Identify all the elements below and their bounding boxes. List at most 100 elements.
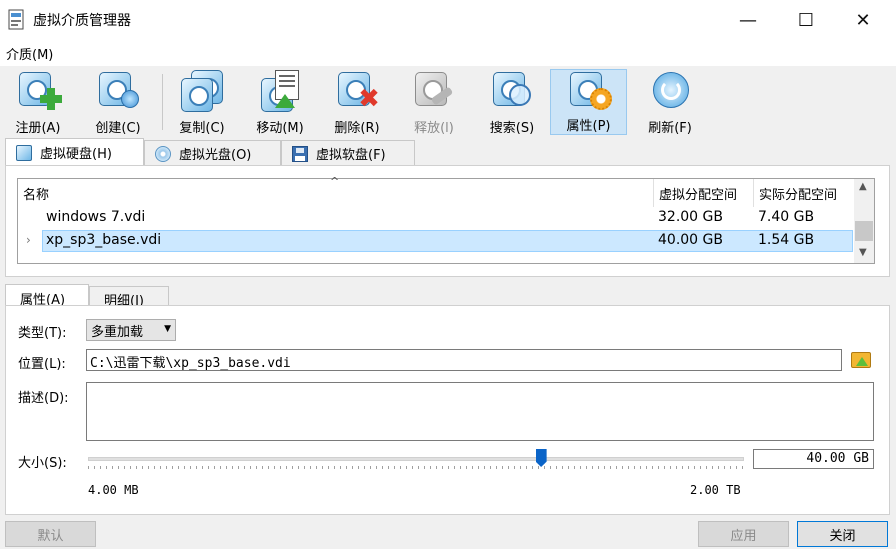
slider-tick <box>94 466 95 469</box>
optical-disk-icon <box>155 145 171 162</box>
slider-tick <box>622 466 623 469</box>
table-row-selected[interactable]: xp_sp3_base.vdi 40.00 GB 1.54 GB <box>42 230 853 252</box>
slider-tick <box>466 466 467 469</box>
refresh-label: 刷新(F) <box>648 121 692 136</box>
size-label: 大小(S): <box>18 456 67 471</box>
column-virtual-size-label: 虚拟分配空间 <box>659 187 738 203</box>
size-slider[interactable] <box>88 449 744 478</box>
slider-tick <box>100 466 101 469</box>
release-button[interactable]: 释放(l) <box>404 70 464 136</box>
row-actual-size: 7.40 GB <box>758 209 815 225</box>
slider-tick <box>598 466 599 469</box>
slider-tick <box>430 466 431 469</box>
list-scrollbar[interactable]: ▲ ▼ <box>854 179 874 263</box>
slider-tick <box>130 466 131 469</box>
close-button[interactable]: 关闭 <box>797 521 888 547</box>
properties-button[interactable]: 属性(P) <box>550 69 627 135</box>
slider-tick <box>424 466 425 469</box>
column-header-virtual-size[interactable]: 虚拟分配空间 <box>654 179 754 207</box>
slider-tick <box>112 466 113 469</box>
slider-tick <box>340 466 341 469</box>
slider-tick <box>346 466 347 469</box>
slider-tick <box>286 466 287 469</box>
move-label: 移动(M) <box>256 121 304 136</box>
size-field[interactable]: 40.00 GB <box>753 449 874 469</box>
slider-tick <box>244 466 245 469</box>
column-header-actual-size[interactable]: 实际分配空间 <box>754 179 854 207</box>
dropdown-arrow-icon: ▼ <box>164 324 171 334</box>
media-list[interactable]: 名称 ^ 虚拟分配空间 实际分配空间 windows 7.vdi 32.00 G… <box>17 175 875 264</box>
properties-label: 属性(P) <box>566 119 611 134</box>
search-button[interactable]: 搜索(S) <box>482 70 542 136</box>
menu-media[interactable]: 介质(M) <box>6 44 53 63</box>
slider-tick <box>214 466 215 469</box>
slider-tick <box>616 466 617 469</box>
move-button[interactable]: 移动(M) <box>250 70 310 136</box>
slider-tick <box>166 466 167 469</box>
slider-tick <box>322 466 323 469</box>
size-max-label: 2.00 TB <box>690 483 741 497</box>
slider-tick <box>106 466 107 469</box>
scroll-up-icon[interactable]: ▲ <box>859 181 867 192</box>
slider-tick <box>364 466 365 469</box>
slider-tick <box>568 466 569 469</box>
slider-track <box>88 457 744 461</box>
close-window-button[interactable]: ✕ <box>840 0 886 40</box>
type-select[interactable]: 多重加载 ▼ <box>86 319 176 341</box>
copy-icon <box>179 70 225 114</box>
slider-tick <box>538 466 539 469</box>
tab-floppy-disks[interactable]: 虚拟软盘(F) <box>281 140 415 166</box>
open-folder-icon[interactable] <box>851 350 873 370</box>
refresh-button[interactable]: 刷新(F) <box>640 70 700 136</box>
slider-tick <box>148 466 149 469</box>
type-select-value: 多重加载 <box>91 324 144 340</box>
slider-tick <box>658 466 659 469</box>
apply-button[interactable]: 应用 <box>698 521 789 547</box>
default-button[interactable]: 默认 <box>5 521 96 547</box>
move-icon <box>257 70 303 114</box>
create-button[interactable]: 创建(C) <box>88 70 148 136</box>
table-row[interactable]: windows 7.vdi 32.00 GB 7.40 GB <box>18 207 853 229</box>
slider-tick <box>706 466 707 469</box>
window-title: 虚拟介质管理器 <box>33 13 131 29</box>
slider-tick <box>670 466 671 469</box>
maximize-button[interactable]: ☐ <box>783 0 829 40</box>
slider-tick <box>328 466 329 469</box>
slider-tick <box>196 466 197 469</box>
tab-optical-disks[interactable]: 虚拟光盘(O) <box>144 140 281 166</box>
description-field[interactable] <box>86 382 874 441</box>
row-name: xp_sp3_base.vdi <box>46 232 162 248</box>
slider-tick <box>226 466 227 469</box>
tab-hard-disks[interactable]: 虚拟硬盘(H) <box>5 138 144 166</box>
location-label: 位置(L): <box>18 357 66 372</box>
copy-button[interactable]: 复制(C) <box>172 70 232 136</box>
slider-thumb[interactable] <box>535 449 547 467</box>
slider-tick <box>604 466 605 469</box>
slider-tick <box>652 466 653 469</box>
release-label: 释放(l) <box>414 121 454 136</box>
slider-tick <box>190 466 191 469</box>
tab-optical-disks-label: 虚拟光盘(O) <box>179 148 252 163</box>
slider-tick <box>472 466 473 469</box>
properties-icon <box>566 70 612 112</box>
slider-tick <box>208 466 209 469</box>
release-icon <box>411 70 457 114</box>
location-field[interactable]: C:\迅雷下载\xp_sp3_base.vdi <box>86 349 842 371</box>
slider-tick <box>382 466 383 469</box>
app-icon <box>8 9 24 30</box>
type-label: 类型(T): <box>18 326 67 341</box>
expand-chevron-icon[interactable]: › <box>26 233 31 247</box>
scroll-down-icon[interactable]: ▼ <box>859 247 867 258</box>
delete-button[interactable]: ✖ 删除(R) <box>327 70 387 136</box>
slider-tick <box>256 466 257 469</box>
row-virtual-size: 32.00 GB <box>658 209 723 225</box>
slider-tick <box>592 466 593 469</box>
scrollbar-thumb[interactable] <box>855 221 873 241</box>
slider-tick <box>490 466 491 469</box>
row-virtual-size: 40.00 GB <box>658 232 723 248</box>
minimize-button[interactable]: — <box>725 0 771 40</box>
register-button[interactable]: 注册(A) <box>10 70 66 136</box>
create-label: 创建(C) <box>95 121 141 136</box>
slider-tick <box>460 466 461 469</box>
tab-hard-disks-label: 虚拟硬盘(H) <box>40 147 112 162</box>
